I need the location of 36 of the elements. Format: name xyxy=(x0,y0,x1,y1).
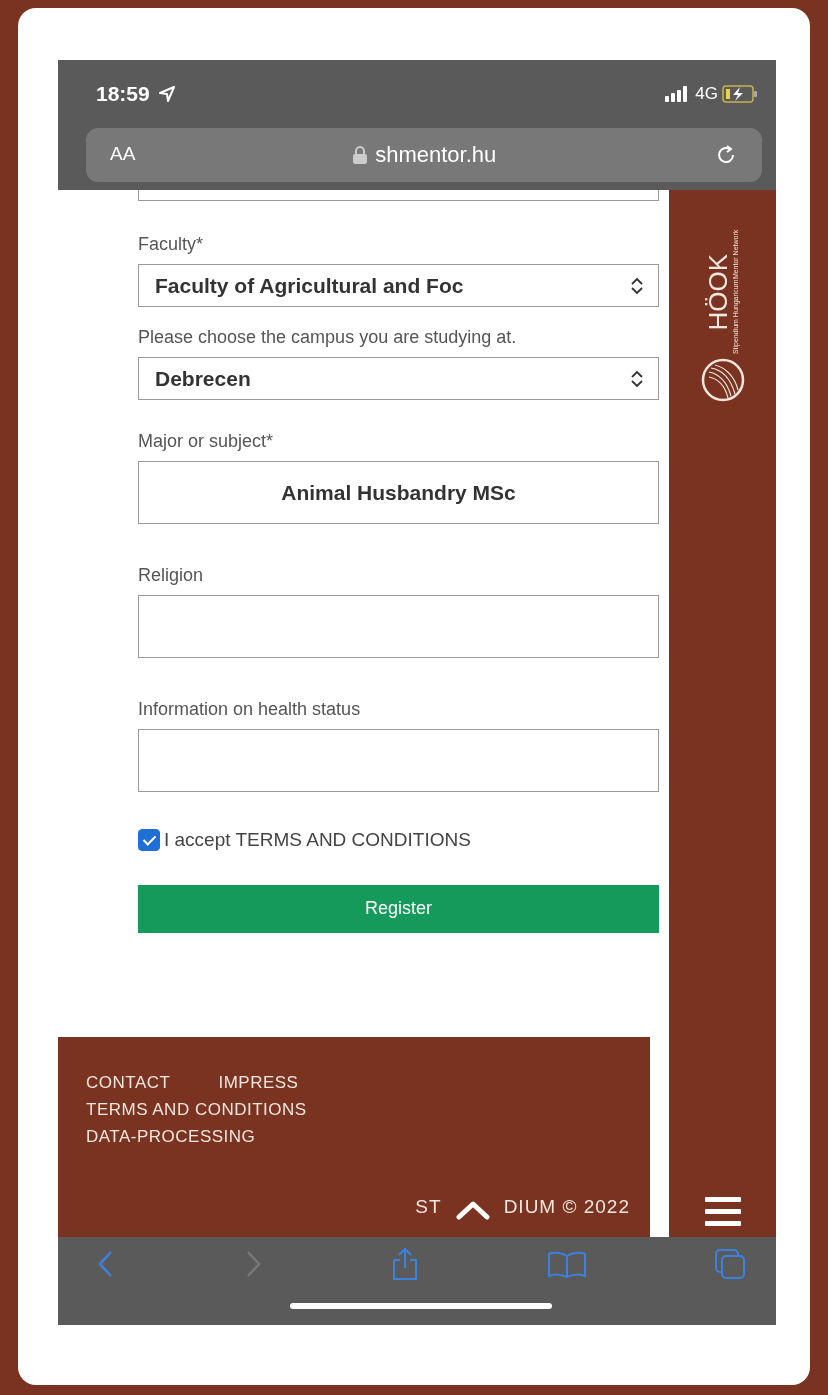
field-label: Major or subject* xyxy=(138,430,275,453)
field-label: Religion xyxy=(138,564,205,587)
field-label: Please choose the campus you are studying at. xyxy=(138,326,518,349)
input-field[interactable] xyxy=(138,729,659,792)
battery-icon xyxy=(722,84,758,103)
checkbox[interactable] xyxy=(138,829,160,852)
footer-link[interactable]: TERMS AND CONDITIONS xyxy=(86,1100,307,1119)
tabs-icon[interactable] xyxy=(714,1248,746,1280)
input-field[interactable]: Animal Husbandry MSc xyxy=(138,461,659,524)
location-arrow-icon xyxy=(157,84,176,103)
footer-link[interactable]: DATA-PROCESSING xyxy=(86,1127,256,1146)
chevron-updown-icon xyxy=(630,276,644,295)
register-button[interactable]: Register xyxy=(138,884,659,933)
share-icon[interactable] xyxy=(390,1247,420,1281)
select-field[interactable]: Faculty of Agricultural and Foc xyxy=(138,264,659,307)
lock-icon xyxy=(353,145,368,164)
field-label: Faculty* xyxy=(138,233,205,256)
clock-time: 18:59 xyxy=(96,81,150,107)
select-field[interactable]: Debrecen xyxy=(138,357,659,400)
footer-link[interactable]: CONTACT xyxy=(86,1069,171,1096)
footer-link[interactable]: IMPRESS xyxy=(218,1069,299,1096)
network-type: 4G xyxy=(695,83,718,105)
logo-emblem-icon xyxy=(700,358,745,403)
copyright-text: DIUM © 2022 xyxy=(503,1194,630,1219)
scroll-up-icon[interactable] xyxy=(455,1200,490,1220)
field-label: Information on health status xyxy=(138,698,362,721)
book-icon[interactable] xyxy=(547,1250,587,1278)
text-size-button[interactable]: AA xyxy=(110,140,136,169)
input-field[interactable] xyxy=(138,190,659,201)
input-field[interactable] xyxy=(138,595,659,658)
url-text[interactable]: shmentor.hu xyxy=(375,138,497,171)
logo-text: HÖOK xyxy=(705,253,731,331)
chevron-updown-icon xyxy=(630,369,644,388)
menu-icon[interactable] xyxy=(704,1197,741,1227)
terms-label: I accept TERMS AND CONDITIONS xyxy=(164,828,471,852)
copyright-text: ST xyxy=(415,1194,442,1219)
